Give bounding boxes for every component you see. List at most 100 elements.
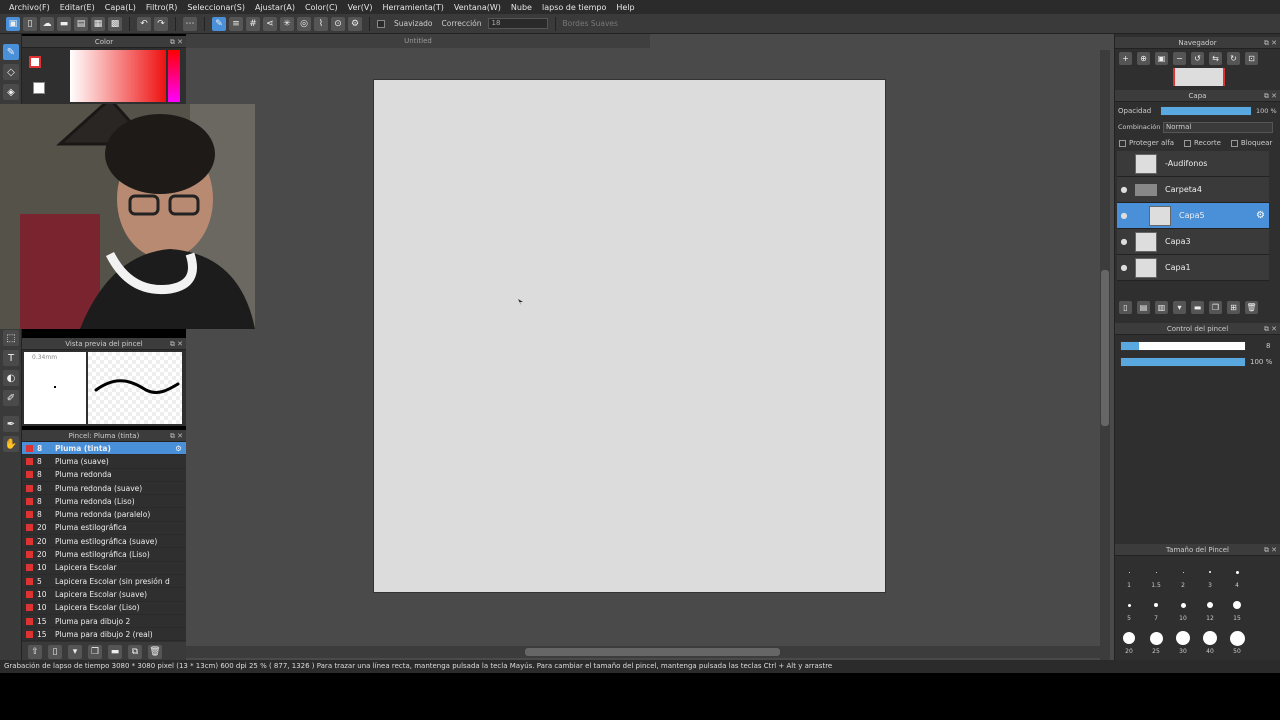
add-layer-icon[interactable]: ▾	[1173, 301, 1186, 314]
upload-brush-icon[interactable]: ⇧	[28, 645, 42, 659]
brush-list-item[interactable]: 8 Pluma redonda (suave)	[22, 482, 186, 496]
brush-list-item[interactable]: 20 Pluma estilográfica (suave)	[22, 535, 186, 549]
brush-settings-icon[interactable]: ⚙	[175, 444, 182, 453]
radial-icon[interactable]: ✳	[280, 16, 294, 31]
menu-item[interactable]: Ajustar(A)	[250, 3, 300, 12]
layers-icon[interactable]: ▦	[91, 16, 105, 31]
pen-tool-icon[interactable]: ✒	[3, 416, 19, 432]
brush-list-item[interactable]: 15 Pluma para dibujo 2	[22, 615, 186, 629]
text-tool-icon[interactable]: T	[3, 350, 19, 366]
drawing-canvas[interactable]	[373, 79, 886, 593]
brush-tool-icon[interactable]: ✎	[3, 44, 19, 60]
opacity-slider[interactable]	[1160, 105, 1252, 116]
new-folder-icon[interactable]: ▬	[1191, 301, 1204, 314]
curve-icon[interactable]: ⌇	[314, 16, 328, 31]
concentric-icon[interactable]: ⊙	[331, 16, 345, 31]
layer-row[interactable]: ● Capa1	[1117, 255, 1269, 281]
background-color-swatch[interactable]	[33, 82, 45, 94]
fit-screen-icon[interactable]: ▣	[1155, 52, 1168, 65]
layer-settings-icon[interactable]: ⚙	[1256, 210, 1265, 221]
hatching-icon[interactable]: ≡	[229, 16, 243, 31]
brush-list-item[interactable]: 10 Lapicera Escolar (suave)	[22, 588, 186, 602]
delete-layer-icon[interactable]: 🗑	[1245, 301, 1258, 314]
menu-item[interactable]: Help	[611, 3, 639, 12]
vertical-scroll-thumb[interactable]	[1101, 270, 1109, 426]
copy-icon[interactable]: ⧉	[128, 645, 142, 659]
brush-list-item[interactable]: 15 Pluma para dibujo 2 (real)	[22, 628, 186, 642]
select-icon[interactable]: ⋯	[183, 16, 197, 31]
brush-size-option[interactable]: 40	[1199, 628, 1221, 658]
smoothing-checkbox[interactable]	[377, 19, 385, 28]
hue-slider[interactable]	[168, 50, 180, 102]
menu-item[interactable]: Color(C)	[300, 3, 343, 12]
brush-size-option[interactable]: 30	[1172, 628, 1194, 658]
menu-item[interactable]: Ver(V)	[343, 3, 378, 12]
brush-list-item[interactable]: 8 Pluma (tinta) ⚙	[22, 442, 186, 456]
menu-item[interactable]: Seleccionar(S)	[182, 3, 250, 12]
soft-edges-option[interactable]: Bordes Suaves	[563, 19, 618, 28]
brush-size-option[interactable]: 1	[1118, 562, 1140, 592]
brush-list-item[interactable]: 8 Pluma redonda (Liso)	[22, 495, 186, 509]
visibility-icon[interactable]: ●	[1117, 185, 1131, 194]
clipping-toggle[interactable]: Recorte	[1184, 139, 1221, 147]
menu-item[interactable]: Ventana(W)	[449, 3, 506, 12]
brush-list-item[interactable]: 8 Pluma (suave)	[22, 455, 186, 469]
folder-icon[interactable]: ▬	[108, 645, 122, 659]
eyedropper-tool-icon[interactable]: ✐	[3, 390, 19, 406]
select-tool-icon[interactable]: ⬚	[3, 330, 19, 346]
menu-item[interactable]: lapso de tiempo	[537, 3, 611, 12]
app-icon[interactable]: ▣	[6, 16, 20, 31]
brush-list-item[interactable]: 20 Pluma estilográfica	[22, 522, 186, 536]
brush-size-option[interactable]: 3	[1199, 562, 1221, 592]
foreground-color-swatch[interactable]	[29, 56, 41, 68]
perspective-icon[interactable]: ⋖	[263, 16, 277, 31]
blend-mode-select[interactable]: Normal	[1163, 121, 1273, 133]
visibility-icon[interactable]: ●	[1117, 237, 1131, 246]
canvas-tab[interactable]: Untitled	[186, 34, 650, 48]
brush-size-option[interactable]: 12	[1199, 595, 1221, 625]
menu-item[interactable]: Herramienta(T)	[377, 3, 448, 12]
redo-icon[interactable]: ↷	[154, 16, 168, 31]
reset-view-icon[interactable]: ⊡	[1245, 52, 1258, 65]
new-layer-8bit-icon[interactable]: ▤	[1137, 301, 1150, 314]
brush-size-option[interactable]: 15	[1226, 595, 1248, 625]
brush-size-option[interactable]: 25	[1145, 628, 1167, 658]
menu-item[interactable]: Editar(E)	[55, 3, 100, 12]
zoom-out-icon[interactable]: −	[1173, 52, 1186, 65]
rotate-left-icon[interactable]: ↺	[1191, 52, 1204, 65]
eraser-tool-icon[interactable]: ◇	[3, 64, 19, 80]
brush-size-option[interactable]: 50	[1226, 628, 1248, 658]
layer-row[interactable]: ● Carpeta4	[1117, 177, 1269, 203]
brush-size-slider[interactable]	[1120, 341, 1246, 351]
duplicate-brush-icon[interactable]: ❐	[88, 645, 102, 659]
settings-icon[interactable]: ⚙	[348, 16, 362, 31]
layer-row[interactable]: -Audifonos	[1117, 151, 1269, 177]
visibility-icon[interactable]: ●	[1117, 211, 1131, 220]
undo-icon[interactable]: ↶	[137, 16, 151, 31]
grid-snap-icon[interactable]: #	[246, 16, 260, 31]
layer-row[interactable]: ● Capa5 ⚙	[1117, 203, 1269, 229]
brush-size-option[interactable]: 2	[1172, 562, 1194, 592]
layer-row[interactable]: ● Capa3	[1117, 229, 1269, 255]
brush-list-item[interactable]: 10 Lapicera Escolar (Liso)	[22, 602, 186, 615]
zoom-fit-icon[interactable]: ⊕	[1137, 52, 1150, 65]
cloud-icon[interactable]: ☁	[40, 16, 54, 31]
protect-alpha-toggle[interactable]: Proteger alfa	[1119, 139, 1174, 147]
menu-item[interactable]: Capa(L)	[100, 3, 141, 12]
lock-toggle[interactable]: Bloquear	[1230, 139, 1272, 147]
duplicate-layer-icon[interactable]: ❐	[1209, 301, 1222, 314]
visibility-icon[interactable]: ●	[1117, 263, 1131, 272]
rotate-right-icon[interactable]: ↻	[1227, 52, 1240, 65]
circle-snap-icon[interactable]: ◎	[297, 16, 311, 31]
brush-size-option[interactable]: 7	[1145, 595, 1167, 625]
save-icon[interactable]: ▬	[57, 16, 71, 31]
new-brush-icon[interactable]: ▯	[48, 645, 62, 659]
brush-list-item[interactable]: 8 Pluma redonda (paralelo)	[22, 508, 186, 522]
new-layer-1bit-icon[interactable]: ▥	[1155, 301, 1168, 314]
horizontal-scroll-thumb[interactable]	[525, 648, 780, 656]
flip-icon[interactable]: ⇆	[1209, 52, 1222, 65]
menu-item[interactable]: Nube	[506, 3, 537, 12]
brush-size-option[interactable]: 10	[1172, 595, 1194, 625]
delete-brush-icon[interactable]: 🗑	[148, 645, 162, 659]
brush-list-item[interactable]: 10 Lapicera Escolar	[22, 562, 186, 575]
